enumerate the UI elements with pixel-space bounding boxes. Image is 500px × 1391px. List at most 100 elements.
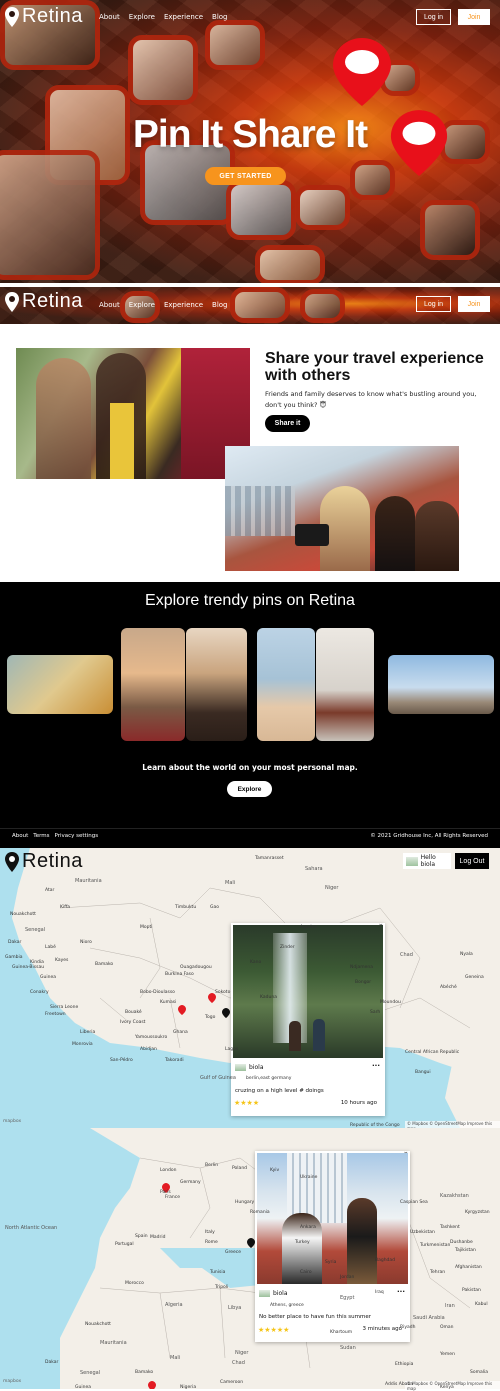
map-place-label: Niger [325,885,339,891]
logout-button[interactable]: Log Out [455,853,489,869]
nav-link-explore[interactable]: Explore [129,13,155,21]
map-place-label: Senegal [80,1370,101,1376]
nav-link-blog[interactable]: Blog [212,13,227,21]
nav-link-blog[interactable]: Blog [212,301,227,309]
map-place-label: Ivory Coast [120,1020,146,1025]
map-place-label: Riyadh [400,1325,416,1330]
map-place-label: Yamoussoukro [135,1035,168,1040]
map-place-label: Sokoto [215,990,231,995]
sticky-nav-bar: Retina About Explore Experience Blog Log… [0,287,500,321]
hero-section: Pin It Share It GET STARTED Retina About… [0,0,500,283]
map-logo[interactable]: Retina [5,850,83,873]
nav-links: About Explore Experience Blog [99,301,237,309]
nav-link-explore[interactable]: Explore [129,301,155,309]
star-rating: ★★★★ [234,1099,260,1107]
map-place-label: Atar [45,888,55,893]
map-place-label: Iran [445,1303,455,1309]
nav-link-experience[interactable]: Experience [164,13,203,21]
map-place-label: Dushanbe [450,1240,473,1245]
map-marker-icon[interactable] [178,1005,186,1015]
map-place-label: Sarh [370,1010,381,1015]
nav-links: About Explore Experience Blog [99,13,237,21]
map-place-label: Ghana [173,1030,188,1035]
trending-pin-card[interactable] [316,628,374,741]
map-place-label: Senegal [25,927,46,933]
map-place-label: Nouakchott [85,1322,111,1327]
map-marker-icon[interactable] [222,1008,230,1018]
map-view-europe-africa[interactable] [0,1128,500,1389]
get-started-button[interactable]: GET STARTED [205,167,286,185]
join-button[interactable]: Join [458,9,490,25]
explore-subtitle: Learn about the world on your most perso… [142,763,358,772]
map-marker-icon[interactable] [247,1238,255,1248]
explore-title: Explore trendy pins on Retina [145,592,355,609]
explore-button[interactable]: Explore [227,781,272,797]
footer-link-privacy[interactable]: Privacy settings [54,833,98,839]
map-place-label: Caspian Sea [400,1200,428,1205]
map-place-label: Mauritania [75,878,102,884]
map-place-label: Timbuktu [175,905,197,910]
map-pin-icon [333,38,391,106]
trending-pin-card[interactable] [257,628,315,741]
footer-link-about[interactable]: About [12,833,28,839]
trending-pin-card[interactable] [186,628,247,741]
map-place-label: Uzbekistan [410,1230,435,1235]
map-place-label: Ndjamena [350,965,373,970]
user-greeting: Hello biola [420,854,436,868]
trending-pin-card[interactable] [7,655,113,714]
map-place-label: Mali [170,1355,181,1361]
user-greeting-chip[interactable]: Hello biola [403,853,451,869]
more-options-icon[interactable]: ··· [372,1062,380,1070]
map-place-label: Egypt [340,1295,355,1301]
map-place-label: Guinea [75,1385,91,1390]
map-place-label: Cameroon [220,1380,244,1385]
map-place-label: Nioro [80,940,92,945]
map-place-label: Italy [205,1230,215,1235]
map-place-label: Pakistan [462,1288,481,1293]
logo-text: Retina [22,5,83,27]
nav-link-about[interactable]: About [99,301,120,309]
login-button[interactable]: Log in [416,9,451,25]
map-place-label: Romania [250,1210,270,1215]
map-place-label: Yemen [440,1352,455,1357]
map-place-label: Iraq [375,1290,384,1295]
trending-pin-card[interactable] [388,655,494,714]
map-place-label: Mali [225,880,236,886]
map-place-label: Conakry [30,990,49,995]
nav-link-experience[interactable]: Experience [164,301,203,309]
join-button[interactable]: Join [458,296,490,312]
location-pin-logo-icon [5,6,19,27]
map-place-label: Dakar [45,1360,59,1365]
mapbox-logo[interactable]: mapbox [3,1119,21,1124]
hero-title: Pin It Share It [132,113,368,156]
map-place-label: Algeria [165,1302,183,1308]
footer-link-terms[interactable]: Terms [33,833,49,839]
map-place-label: Gambia [5,955,23,960]
logo[interactable]: Retina [5,290,83,313]
share-it-button[interactable]: Share it [265,415,310,432]
map-place-label: Syria [325,1260,337,1265]
login-button[interactable]: Log in [416,296,451,312]
map-marker-icon[interactable] [148,1381,156,1389]
map-place-label: Poland [232,1166,248,1171]
trending-pin-card[interactable] [121,628,185,741]
map-place-label: Sierra Leone [50,1005,79,1010]
pin-popup[interactable]: ✕ biola ··· berlin,east germany cruzing … [231,923,385,1116]
map-place-label: Bobo-Dioulasso [140,990,175,995]
map-place-label: Guinea [40,975,56,980]
map-place-label: Mopti [140,925,153,930]
pin-popup[interactable]: ✕ biola ··· Athens, greece No better pla… [255,1151,410,1342]
more-options-icon[interactable]: ··· [397,1288,405,1296]
pin-username[interactable]: biola [273,1290,288,1297]
mapbox-logo[interactable]: mapbox [3,1379,21,1384]
map-place-label: Bongor [355,980,372,985]
map-place-label: Kabul [475,1302,488,1307]
logo[interactable]: Retina [5,5,83,28]
map-place-label: Labé [45,945,56,950]
map-place-label: Bouaké [125,1010,142,1015]
map-place-label: Berlin [205,1163,219,1168]
pin-username[interactable]: biola [249,1064,264,1071]
nav-link-about[interactable]: About [99,13,120,21]
map-place-label: Bamako [95,962,114,967]
map-place-label: Agadez [300,925,317,930]
